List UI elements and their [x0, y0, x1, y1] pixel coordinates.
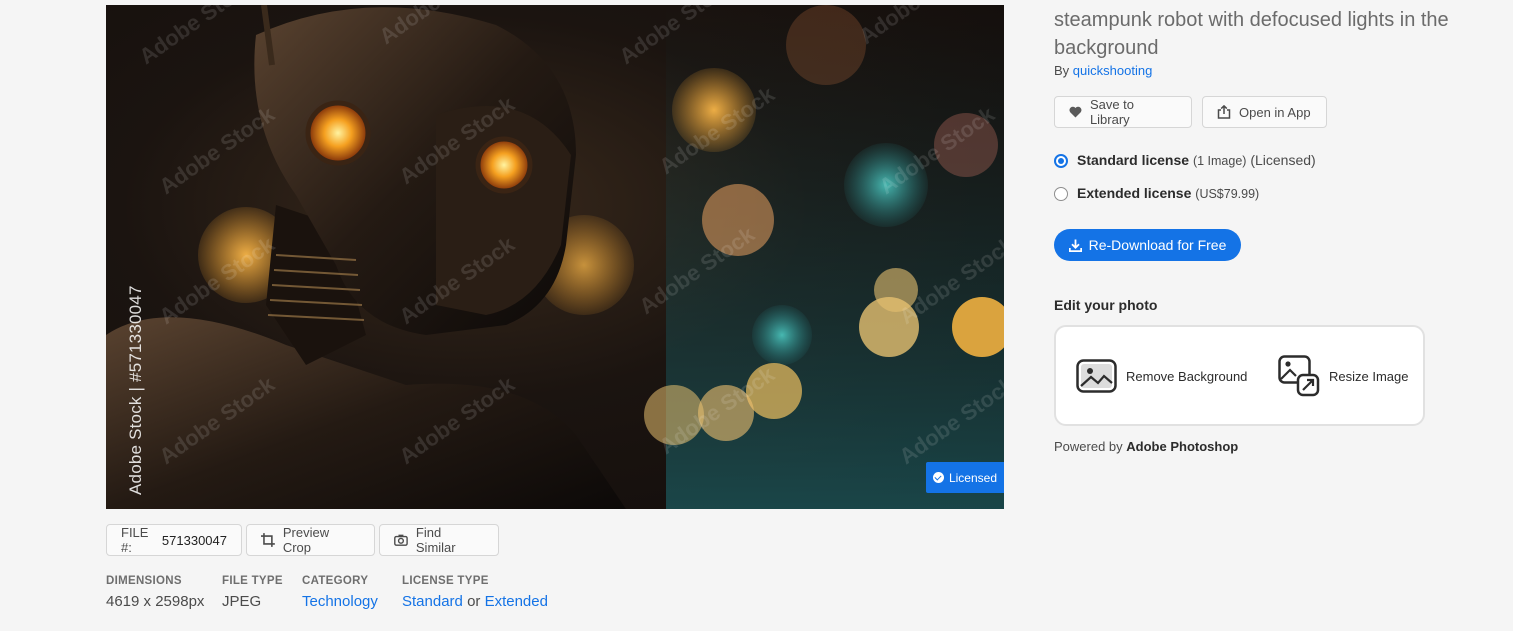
- svg-text:Adobe Stock: Adobe Stock: [155, 101, 280, 199]
- file-type-meta: FILE TYPE JPEG: [222, 575, 283, 610]
- author-prefix: By: [1054, 63, 1070, 78]
- remove-background-label: Remove Background: [1126, 368, 1248, 384]
- licensed-badge-label: Licensed: [948, 470, 998, 485]
- open-in-app-button[interactable]: Open in App: [1202, 96, 1327, 128]
- resize-image-icon: [1278, 355, 1320, 397]
- page-title: steampunk robot with defocused lights in…: [1054, 9, 1449, 59]
- file-type-value: JPEG: [222, 593, 262, 610]
- heart-icon: [1069, 106, 1082, 118]
- edit-photo-card: Remove Background Resize Image: [1054, 325, 1425, 426]
- standard-license-status: (Licensed): [1250, 152, 1316, 168]
- category-meta: CATEGORY Technology: [302, 575, 378, 610]
- category-link[interactable]: Technology: [302, 593, 378, 610]
- redownload-label: Re-Download for Free: [1088, 237, 1227, 253]
- category-label: CATEGORY: [302, 575, 369, 587]
- save-to-library-label: Save to Library: [1089, 97, 1135, 127]
- extended-license-link[interactable]: Extended: [485, 593, 548, 610]
- file-number-pill: FILE #: 571330047: [106, 524, 242, 556]
- remove-background-icon: [1076, 359, 1117, 393]
- powered-by-prefix: Powered by: [1054, 439, 1123, 454]
- remove-background-tool[interactable]: Remove Background: [1076, 359, 1247, 393]
- svg-text:Adobe Stock: Adobe Stock: [135, 5, 260, 69]
- powered-by-product: Adobe Photoshop: [1126, 439, 1239, 454]
- file-number-label: FILE #:: [121, 525, 149, 555]
- powered-by-line: Powered by Adobe Photoshop: [1054, 439, 1238, 454]
- license-type-label: LICENSE TYPE: [402, 575, 489, 587]
- stock-photo[interactable]: Adobe Stock Adobe Stock Adobe Stock Adob…: [106, 5, 1004, 509]
- dimensions-meta: DIMENSIONS 4619 x 2598px: [106, 575, 204, 610]
- license-or-text: or: [467, 593, 481, 610]
- standard-license-label: Standard license: [1077, 152, 1190, 168]
- extended-license-price: (US$79.99): [1195, 187, 1260, 201]
- extended-license-label: Extended license: [1077, 185, 1192, 201]
- crop-icon: [261, 533, 275, 547]
- standard-license-detail: (1 Image): [1192, 154, 1247, 168]
- preview-crop-label: Preview Crop: [282, 525, 330, 555]
- file-number-value: 571330047: [161, 532, 227, 548]
- stock-id-caption: Adobe Stock | #571330047: [126, 285, 145, 495]
- download-icon: [1068, 239, 1082, 252]
- dimensions-label: DIMENSIONS: [106, 575, 182, 587]
- dimensions-value: 4619 x 2598px: [106, 593, 205, 610]
- resize-image-label: Resize Image: [1329, 368, 1409, 384]
- edit-photo-heading: Edit your photo: [1054, 297, 1158, 313]
- author-link[interactable]: quickshooting: [1073, 63, 1153, 78]
- photo-artwork: Adobe Stock Adobe Stock Adobe Stock Adob…: [106, 5, 1004, 509]
- find-similar-button[interactable]: Find Similar: [379, 524, 499, 556]
- resize-image-tool[interactable]: Resize Image: [1278, 355, 1408, 397]
- licensed-badge: Licensed: [926, 462, 1004, 493]
- license-type-meta: LICENSE TYPE Standard or Extended: [402, 575, 548, 610]
- save-to-library-button[interactable]: Save to Library: [1054, 96, 1192, 128]
- standard-license-radio[interactable]: [1054, 154, 1068, 168]
- author-line: By quickshooting: [1054, 63, 1152, 78]
- camera-icon: [394, 534, 408, 546]
- file-type-label: FILE TYPE: [222, 575, 283, 587]
- check-circle-icon: [932, 472, 944, 483]
- find-similar-label: Find Similar: [415, 525, 456, 555]
- extended-license-option[interactable]: Extended license (US$79.99): [1054, 185, 1259, 201]
- preview-crop-button[interactable]: Preview Crop: [246, 524, 375, 556]
- open-in-app-label: Open in App: [1239, 104, 1311, 120]
- standard-license-option[interactable]: Standard license (1 Image) (Licensed): [1054, 152, 1316, 168]
- share-icon: [1217, 105, 1231, 119]
- redownload-button[interactable]: Re-Download for Free: [1054, 229, 1241, 261]
- extended-license-radio[interactable]: [1054, 187, 1068, 201]
- standard-license-link[interactable]: Standard: [402, 593, 463, 610]
